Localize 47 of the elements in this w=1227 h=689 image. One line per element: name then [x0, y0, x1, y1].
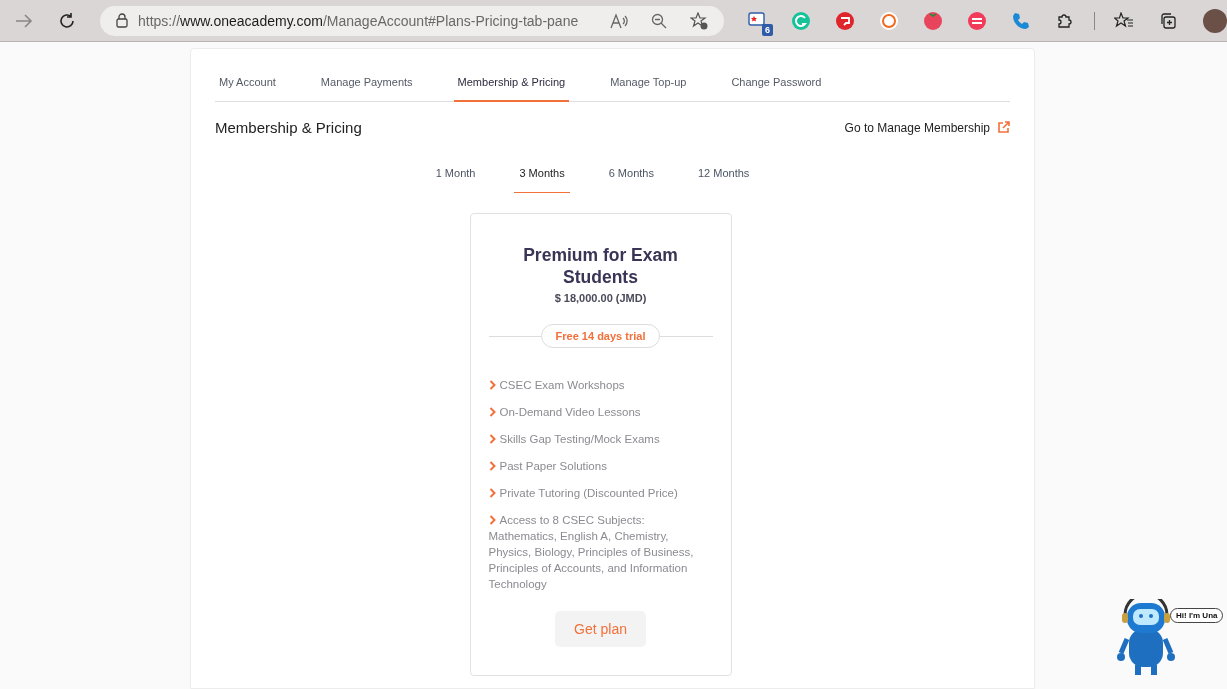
chevron-icon	[488, 434, 497, 444]
duration-tab[interactable]: 12 Months	[692, 165, 755, 193]
feature-item: Past Paper Solutions	[488, 458, 713, 474]
zoom-out-icon	[651, 12, 667, 29]
section-title: Membership & Pricing	[215, 119, 362, 136]
favorites-icon	[1114, 11, 1134, 30]
arrow-icon	[15, 13, 33, 28]
circle-icon	[879, 10, 899, 31]
plan-title: Premium for Exam Students	[522, 244, 679, 288]
strawberry-icon	[923, 10, 943, 31]
feature-item: Access to 8 CSEC Subjects: Mathematics, English A, Chemistry, Physics, Biology, Principles of Business, Principles of Accounts, and Information Technology	[488, 513, 695, 592]
account-tab[interactable]: Manage Top-up	[606, 71, 691, 102]
manage-membership-link[interactable]: Go to Manage Membership	[844, 120, 1010, 135]
duration-tab[interactable]: 1 Month	[430, 165, 481, 193]
chevron-icon	[488, 515, 497, 525]
duration-tab[interactable]: 6 Months	[603, 165, 659, 193]
chevron-icon	[488, 380, 497, 390]
extension-button[interactable]: 6	[742, 5, 772, 36]
notification-badge: 6	[762, 23, 773, 36]
chevron-icon	[488, 488, 497, 498]
chatbot-greeting[interactable]: Hi! I'm Una	[1170, 608, 1224, 623]
star-plus-icon	[690, 11, 708, 30]
url-text: https://www.oneacademy.com/ManageAccount#Plans-Pricing-tab-pane	[138, 12, 580, 29]
ring-icon	[791, 10, 811, 31]
chevron-icon	[488, 407, 497, 417]
phone-icon	[1011, 10, 1031, 31]
feature-item: Skills Gap Testing/Mock Exams	[488, 431, 713, 447]
account-tab[interactable]: Manage Payments	[316, 71, 417, 102]
reload-icon	[58, 11, 76, 30]
lock-icon	[116, 13, 128, 28]
external-link-icon	[997, 121, 1010, 134]
feature-item: Private Tutoring (Discounted Price)	[488, 485, 713, 501]
feature-item: On-Demand Video Lessons	[488, 404, 713, 420]
profile-avatar[interactable]	[1203, 8, 1227, 33]
account-tab[interactable]: Membership & Pricing	[453, 71, 570, 102]
account-tab[interactable]: Change Password	[727, 71, 826, 102]
read-aloud-icon	[610, 12, 628, 29]
chat-icon	[835, 10, 855, 31]
stripes-icon	[967, 10, 987, 31]
chevron-icon	[488, 461, 497, 471]
puzzle-icon	[1056, 11, 1074, 30]
feature-item: CSEC Exam Workshops	[488, 377, 713, 393]
collections-icon	[1159, 11, 1177, 30]
duration-tab[interactable]: 3 Months	[514, 165, 570, 193]
address-bar[interactable]: https://www.oneacademy.com/ManageAccount#Plans-Pricing-tab-pane	[100, 5, 724, 36]
account-tab[interactable]: My Account	[215, 71, 280, 102]
plan-price: $ 18,000.00 (JMD)	[554, 292, 647, 304]
